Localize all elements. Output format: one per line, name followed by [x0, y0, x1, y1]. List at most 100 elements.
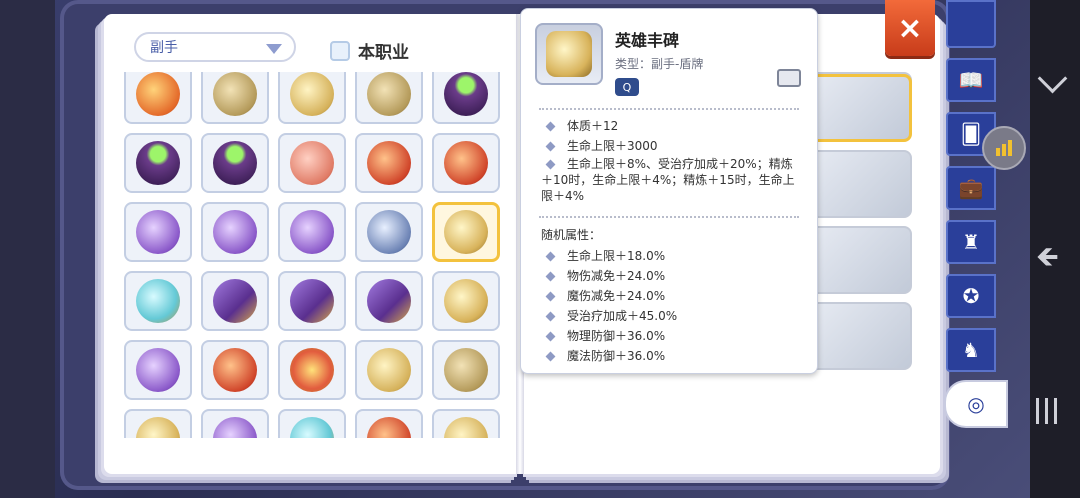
- divider: [539, 108, 799, 110]
- equipment-icon: [367, 210, 411, 254]
- equipment-slot-selected[interactable]: [806, 74, 912, 142]
- item-type: 类型：副手-盾牌: [615, 57, 704, 71]
- item-slot[interactable]: [432, 72, 500, 124]
- item-slot[interactable]: [355, 202, 423, 262]
- item-slot[interactable]: [201, 72, 269, 124]
- item-tooltip: 英雄丰碑 类型：副手-盾牌 Q 体质＋12 生命上限＋3000 生命上限＋8%、受…: [520, 8, 818, 374]
- stat-line: 生命上限＋18.0%: [535, 246, 803, 266]
- diamond-bullet-icon: [545, 331, 556, 342]
- stat-line: 物伤减免＋24.0%: [535, 266, 803, 286]
- equipment-icon: [367, 141, 411, 185]
- equipment-slot[interactable]: [806, 150, 912, 218]
- equipment-icon: [444, 210, 488, 254]
- item-slot[interactable]: [201, 133, 269, 193]
- equipment-icon: [290, 72, 334, 116]
- item-slot[interactable]: [432, 133, 500, 193]
- item-slot[interactable]: [201, 202, 269, 262]
- item-slot[interactable]: [278, 409, 346, 438]
- category-dropdown[interactable]: 副手: [134, 32, 296, 62]
- item-slot[interactable]: [201, 271, 269, 331]
- medal-icon: ✪: [962, 284, 980, 308]
- side-tab-briefcase[interactable]: 💼: [946, 166, 996, 210]
- equipment-icon: [444, 279, 488, 323]
- diamond-bullet-icon: [545, 121, 556, 132]
- stat-line: 生命上限＋3000: [535, 136, 803, 156]
- equipment-icon: [367, 279, 411, 323]
- item-slot[interactable]: [355, 133, 423, 193]
- item-slot[interactable]: [124, 409, 192, 438]
- equipment-icon: [290, 417, 334, 438]
- equipment-icon: [444, 72, 488, 116]
- class-only-label: 本职业: [358, 43, 409, 63]
- item-slot[interactable]: [201, 340, 269, 400]
- item-slot[interactable]: [201, 409, 269, 438]
- equipment-icon: [136, 141, 180, 185]
- item-grid: [124, 72, 504, 438]
- floating-stats-button[interactable]: [982, 126, 1026, 170]
- equipment-icon: [290, 279, 334, 323]
- item-slot[interactable]: [124, 340, 192, 400]
- close-button[interactable]: ×: [885, 0, 935, 56]
- item-slot[interactable]: [124, 202, 192, 262]
- equipment-icon: [367, 417, 411, 438]
- briefcase-icon: 💼: [958, 176, 984, 200]
- chevron-down-icon: [266, 44, 282, 54]
- item-slot[interactable]: [432, 271, 500, 331]
- equipment-icon: [213, 279, 257, 323]
- equipment-icon: [136, 348, 180, 392]
- item-slot[interactable]: [432, 409, 500, 438]
- equipment-icon: [213, 417, 257, 438]
- item-slot[interactable]: [278, 271, 346, 331]
- divider: [539, 216, 799, 218]
- equipment-icon: [367, 348, 411, 392]
- item-slot[interactable]: [355, 409, 423, 438]
- equipment-icon: [444, 417, 488, 438]
- diamond-bullet-icon: [545, 251, 556, 262]
- collapse-chevron-icon[interactable]: [1036, 66, 1070, 100]
- equipment-icon: [444, 348, 488, 392]
- side-tab-medal[interactable]: ✪: [946, 274, 996, 318]
- magnify-card-icon[interactable]: Q: [615, 78, 639, 96]
- equipment-icon: [290, 141, 334, 185]
- equipment-icon: [444, 141, 488, 185]
- item-slot[interactable]: [278, 133, 346, 193]
- rocking-horse-icon: ♞: [962, 338, 980, 362]
- side-tab-top[interactable]: [946, 0, 996, 48]
- back-arrow-icon[interactable]: 🡸: [1036, 236, 1059, 284]
- diamond-bullet-icon: [545, 311, 556, 322]
- equipment-icon: [367, 72, 411, 116]
- class-only-filter[interactable]: 本职业: [330, 38, 409, 63]
- class-only-checkbox[interactable]: [330, 40, 350, 61]
- item-slot[interactable]: [124, 72, 192, 124]
- equipment-icon: [136, 72, 180, 116]
- stat-line: 物理防御＋36.0%: [535, 326, 803, 346]
- menu-lines-icon[interactable]: [1036, 398, 1057, 424]
- side-tab-book[interactable]: 📖: [946, 58, 996, 102]
- item-slot[interactable]: [278, 202, 346, 262]
- item-slot[interactable]: [432, 340, 500, 400]
- equipment-icon: [136, 417, 180, 438]
- bar-chart-icon: [996, 140, 1012, 156]
- side-tab-emblem[interactable]: ◎: [944, 380, 1008, 428]
- stat-line: 魔伤减免＋24.0%: [535, 286, 803, 306]
- item-slot[interactable]: [124, 271, 192, 331]
- equipment-slot[interactable]: [806, 226, 912, 294]
- item-slot[interactable]: [432, 202, 500, 262]
- tray-icon[interactable]: [777, 69, 801, 87]
- item-slot[interactable]: [355, 340, 423, 400]
- diamond-bullet-icon: [545, 291, 556, 302]
- random-attributes-title: 随机属性：: [541, 228, 602, 242]
- item-slot[interactable]: [355, 271, 423, 331]
- equipment-icon: [290, 210, 334, 254]
- equipment-icon: [213, 141, 257, 185]
- item-slot[interactable]: [124, 133, 192, 193]
- item-slot[interactable]: [278, 72, 346, 124]
- equipment-icon: [136, 210, 180, 254]
- item-slot[interactable]: [355, 72, 423, 124]
- equipment-slot[interactable]: [806, 302, 912, 370]
- side-tab-throne[interactable]: ♜: [946, 220, 996, 264]
- background-left: [0, 0, 55, 498]
- throne-icon: ♜: [962, 230, 980, 254]
- item-slot[interactable]: [278, 340, 346, 400]
- side-tab-horse[interactable]: ♞: [946, 328, 996, 372]
